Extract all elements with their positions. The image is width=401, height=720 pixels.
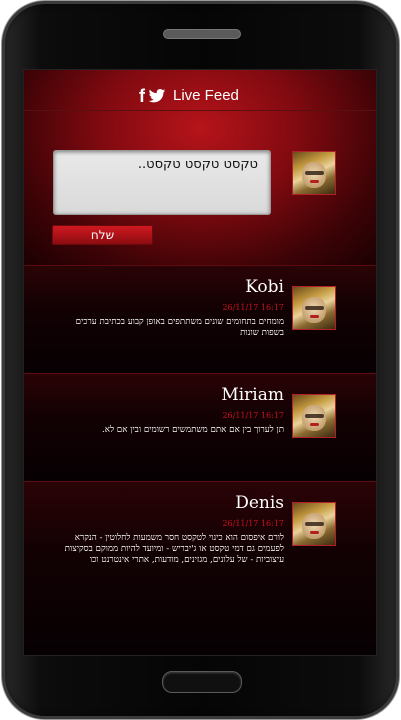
post-item: Miriam 26/11/17 16:17 תן לערוך בין אם את…	[24, 373, 376, 482]
app-screen: f Live Feed טקסט טקסט טקסט.. שלח Kobi 26…	[23, 69, 377, 656]
brand: f Live Feed	[139, 87, 239, 105]
post-text: מומחים בתחומים שונים משתתפים באופן קבוע …	[75, 317, 284, 338]
post-avatar	[292, 286, 336, 330]
post-avatar	[292, 394, 336, 438]
compose-input[interactable]: טקסט טקסט טקסט..	[53, 150, 271, 215]
post-text: תן לערוך בין אם אתם משתמשים רשומים ובין …	[101, 425, 284, 435]
post-author: Kobi	[245, 277, 284, 297]
post-author: Denis	[235, 493, 284, 513]
post-author: Miriam	[221, 385, 284, 405]
post-date: 26/11/17 16:17	[222, 519, 284, 528]
feed-title: Live Feed	[173, 87, 239, 104]
speaker-grille	[163, 29, 241, 39]
header: f Live Feed	[24, 70, 376, 111]
send-button[interactable]: שלח	[52, 225, 153, 245]
facebook-icon: f	[139, 86, 145, 106]
top-panel: f Live Feed טקסט טקסט טקסט.. שלח	[24, 70, 376, 265]
post-avatar	[292, 502, 336, 546]
post-date: 26/11/17 16:17	[222, 303, 284, 312]
post-item: Denis 26/11/17 16:17 לורם איפסום הוא כינ…	[24, 481, 376, 655]
home-button[interactable]	[162, 671, 242, 693]
my-avatar	[292, 151, 336, 195]
post-date: 26/11/17 16:17	[222, 411, 284, 420]
post-item: Kobi 26/11/17 16:17 מומחים בתחומים שונים…	[24, 265, 376, 374]
twitter-icon	[148, 88, 166, 102]
compose-text: טקסט טקסט טקסט..	[137, 157, 258, 172]
post-text: לורם איפסום הוא כינוי לטקסט חסר משמעות ל…	[64, 533, 284, 565]
